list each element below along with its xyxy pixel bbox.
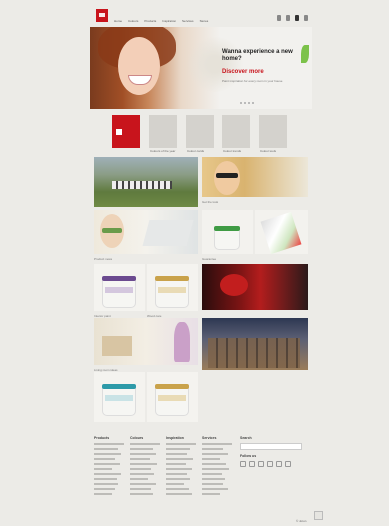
footer-col-colours: Colours bbox=[130, 436, 160, 498]
cart-icon[interactable] bbox=[304, 15, 308, 21]
pinterest-icon[interactable] bbox=[267, 461, 273, 467]
linkedin-icon[interactable] bbox=[285, 461, 291, 467]
caption[interactable]: Product news bbox=[94, 257, 112, 261]
globe-icon[interactable] bbox=[295, 15, 299, 21]
footer-heading: Colours bbox=[130, 436, 144, 440]
colour-tile-2[interactable]: Colours of the year bbox=[149, 115, 177, 153]
tub-gold-panel[interactable] bbox=[147, 264, 198, 311]
instagram-icon[interactable] bbox=[276, 461, 282, 467]
footer-col-inspiration: Inspiration bbox=[166, 436, 196, 498]
nav-inspiration[interactable]: Inspiration bbox=[162, 19, 176, 23]
colour-tile-5[interactable]: Colour tools bbox=[259, 115, 287, 153]
hero-banner[interactable]: Wanna experience a new home? Discover mo… bbox=[90, 27, 312, 109]
hero-photo bbox=[90, 27, 245, 109]
lady-glasses-panel[interactable] bbox=[202, 157, 308, 197]
copyright: © Jotun bbox=[296, 519, 307, 523]
hero-text: Paint inspiration for every room in your… bbox=[222, 79, 283, 83]
scroll-top-icon[interactable] bbox=[314, 511, 323, 520]
search-icon[interactable] bbox=[286, 15, 290, 21]
room-panel[interactable] bbox=[94, 318, 198, 365]
social-heading: Follow us bbox=[240, 454, 257, 458]
footer-col-products: Products bbox=[94, 436, 124, 498]
colour-tile-4[interactable]: Colour trends bbox=[222, 115, 250, 153]
footer-search-input[interactable] bbox=[240, 443, 302, 450]
header-tools bbox=[277, 15, 308, 21]
hero-cta[interactable]: Discover more bbox=[222, 69, 264, 75]
paint-green-panel[interactable] bbox=[202, 210, 253, 254]
red-bottle-panel[interactable] bbox=[202, 264, 308, 310]
nav-services[interactable]: Services bbox=[182, 19, 194, 23]
caption[interactable]: Get the look bbox=[202, 200, 218, 204]
nav-home[interactable]: Home bbox=[114, 19, 122, 23]
caption[interactable]: Guarantee bbox=[202, 257, 216, 261]
main-nav: Home Colours Products Inspiration Servic… bbox=[114, 19, 208, 23]
hero-headline: Wanna experience a new home? bbox=[222, 49, 293, 62]
brand-logo[interactable] bbox=[96, 9, 108, 22]
footer-heading: Services bbox=[202, 436, 217, 440]
carousel-dots[interactable] bbox=[240, 102, 254, 104]
footer-heading: Inspiration bbox=[166, 436, 184, 440]
search-heading: Search bbox=[240, 436, 252, 440]
nav-products[interactable]: Products bbox=[144, 19, 156, 23]
tile-label: Colour trends bbox=[223, 149, 242, 153]
tile-label: Colour tools bbox=[260, 149, 277, 153]
footer-col-services: Services bbox=[202, 436, 232, 498]
user-icon[interactable] bbox=[277, 15, 281, 21]
twitter-icon[interactable] bbox=[249, 461, 255, 467]
tub-gold2-panel[interactable] bbox=[147, 372, 198, 422]
facebook-icon[interactable] bbox=[240, 461, 246, 467]
city-panel[interactable] bbox=[202, 318, 308, 370]
colour-tile-1[interactable] bbox=[112, 115, 140, 148]
tile-label: Colour cards bbox=[187, 149, 205, 153]
leaf-icon bbox=[301, 45, 309, 63]
nav-colours[interactable]: Colours bbox=[128, 19, 138, 23]
paint-card-panel[interactable] bbox=[255, 210, 308, 254]
glasses-panel[interactable] bbox=[94, 210, 198, 254]
youtube-icon[interactable] bbox=[258, 461, 264, 467]
landscape-panel[interactable] bbox=[94, 157, 198, 207]
site-header: Home Colours Products Inspiration Servic… bbox=[90, 6, 312, 26]
tile-label: Colours of the year bbox=[150, 149, 176, 153]
colour-tile-3[interactable]: Colour cards bbox=[186, 115, 214, 153]
tub-purple-panel[interactable] bbox=[94, 264, 145, 311]
nav-stores[interactable]: Stores bbox=[200, 19, 209, 23]
tub-teal-panel[interactable] bbox=[94, 372, 145, 422]
footer-heading: Products bbox=[94, 436, 110, 440]
